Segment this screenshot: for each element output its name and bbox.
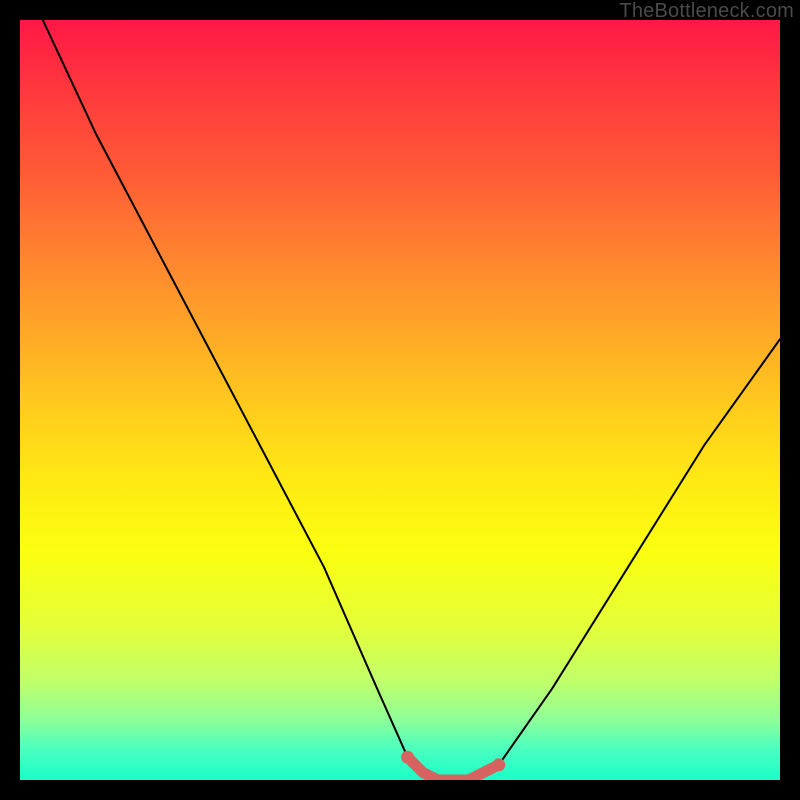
chart-svg	[20, 20, 780, 780]
watermark-text: TheBottleneck.com	[619, 0, 794, 23]
plot-area	[20, 20, 780, 780]
bottleneck-curve	[43, 20, 780, 780]
chart-frame: TheBottleneck.com	[0, 0, 800, 800]
optimal-range-end-dot	[492, 758, 505, 771]
optimal-range-start-dot	[401, 751, 414, 764]
optimal-range-marker	[408, 757, 499, 780]
